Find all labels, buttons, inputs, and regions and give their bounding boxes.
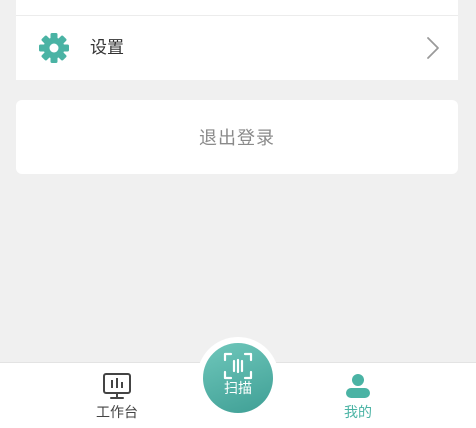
tab-workbench[interactable]: 工作台 bbox=[57, 363, 177, 428]
logout-button[interactable]: 退出登录 bbox=[16, 100, 458, 174]
tab-mine[interactable]: 我的 bbox=[298, 363, 418, 428]
chevron-right-icon bbox=[427, 37, 439, 59]
scan-button-ring: 扫描 bbox=[197, 337, 279, 419]
gear-icon bbox=[39, 33, 69, 63]
settings-label: 设置 bbox=[90, 38, 124, 58]
tab-workbench-label: 工作台 bbox=[96, 405, 138, 421]
scan-button[interactable]: 扫描 bbox=[203, 343, 273, 413]
scan-icon bbox=[223, 352, 253, 380]
previous-card-edge bbox=[16, 0, 458, 16]
profile-screen: 设置 退出登录 工作台 我的 扫描 bbox=[0, 0, 476, 428]
workbench-icon bbox=[103, 373, 131, 399]
tab-mine-label: 我的 bbox=[344, 405, 372, 421]
logout-label: 退出登录 bbox=[199, 128, 275, 149]
settings-row[interactable]: 设置 bbox=[16, 16, 458, 80]
scan-label: 扫描 bbox=[224, 381, 252, 397]
user-icon bbox=[346, 374, 370, 398]
